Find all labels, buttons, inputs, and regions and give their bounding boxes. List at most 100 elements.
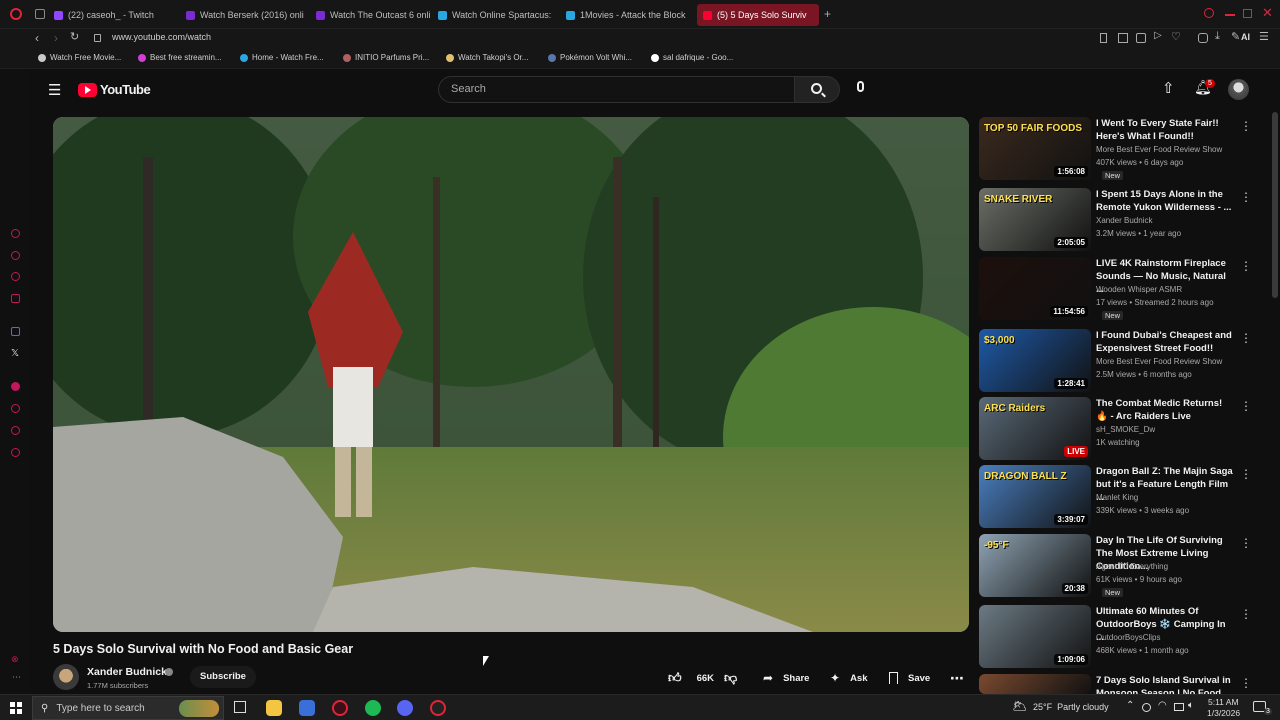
windows-start-icon[interactable] [10,702,22,714]
recommendation-channel[interactable]: Agent 00 Everything [1096,562,1168,571]
sidebar-dots-icon[interactable]: ⋯ [12,672,21,683]
ask-button[interactable]: ✦ Ask [830,668,868,688]
bookmark-item[interactable]: INITIO Parfums Pri... [343,53,429,62]
bookmark-item[interactable]: Pokémon Volt Whi... [548,53,632,62]
recommendation-channel[interactable]: OutdoorBoysClips [1096,633,1160,642]
new-tab-button[interactable]: + [824,7,831,21]
recommendation-channel[interactable]: Manlet King [1096,493,1138,502]
browser-tab[interactable]: Watch The Outcast 6 onli [316,4,432,26]
recommendation-item[interactable]: 11:54:56 LIVE 4K Rainstorm Fireplace Soun… [979,257,1269,321]
page-scrollbar[interactable] [1272,112,1278,298]
recommendation-item[interactable]: 7 Days Solo Island Survival in Monsoon S… [979,674,1269,699]
sidebar-speed-icon[interactable] [11,251,20,260]
recommendation-item[interactable]: 1:09:06 Ultimate 60 Minutes Of OutdoorBoy… [979,605,1269,669]
play-icon[interactable]: ▷ [1154,30,1162,41]
channel-avatar[interactable] [53,664,79,690]
maximize-icon[interactable] [1243,9,1252,18]
discord-icon[interactable] [397,700,413,716]
back-icon[interactable]: ‹ [35,31,39,45]
heart-icon[interactable]: ♡ [1171,30,1181,43]
clock-date[interactable]: 1/3/2026 [1207,708,1240,718]
bookmark-item[interactable]: Watch Free Movie... [38,53,121,62]
more-actions-button[interactable]: ⋯ [950,668,964,688]
recommendation-channel[interactable]: Wooden Whisper ASMR [1096,285,1182,294]
sidebar-chat-icon[interactable] [11,272,20,281]
browser-tab[interactable]: Watch Berserk (2016) onli [186,4,304,26]
bookmark-icon[interactable] [1100,33,1107,43]
subscribe-button[interactable]: Subscribe [190,666,256,688]
recommendation-item[interactable]: DRAGON BALL Z 3:39:07 Dragon Ball Z: The M… [979,465,1269,529]
sidebar-pin-icon[interactable] [11,426,20,435]
tray-chevron-icon[interactable]: ⌃ [1126,700,1134,711]
spotify-icon[interactable] [365,700,381,716]
recommendation-thumbnail[interactable]: -95°F 20:38 [979,534,1091,597]
recommendation-channel[interactable]: Xander Budnick [1096,216,1152,225]
weather-text[interactable]: 25°F Partly cloudy [1033,702,1109,712]
more-options-icon[interactable]: ⋮ [1240,467,1252,481]
recommendation-title[interactable]: I Went To Every State Fair!! Here's What… [1096,117,1236,143]
voice-search-icon[interactable] [857,81,864,92]
opera-gx-taskbar-icon[interactable] [332,700,348,716]
file-explorer-icon[interactable] [266,700,282,716]
network-icon[interactable] [1174,703,1184,711]
minimize-icon[interactable] [1225,14,1235,16]
recommendation-thumbnail[interactable]: DRAGON BALL Z 3:39:07 [979,465,1091,528]
reload-icon[interactable]: ↻ [70,30,79,43]
clock-time[interactable]: 5:11 AM [1208,697,1239,707]
url-field[interactable]: www.youtube.com/watch [112,32,211,42]
sidebar-x-icon[interactable]: 𝕏 [11,348,19,359]
like-button[interactable]: 👍︎ 66K [668,668,714,688]
search-tabs-icon[interactable] [1204,8,1214,18]
download-icon[interactable]: ⤓ [1215,30,1220,43]
browser-tab[interactable]: 1Movies - Attack the Block [566,4,688,26]
recommendation-channel[interactable]: More Best Ever Food Review Show [1096,357,1222,366]
bookmark-item[interactable]: Watch Takopi's Or... [446,53,528,62]
recommendation-thumbnail[interactable]: TOP 50 FAIR FOODS 1:56:08 [979,117,1091,180]
sidebar-history-icon[interactable] [11,404,20,413]
store-icon[interactable] [299,700,315,716]
recommendation-thumbnail[interactable] [979,674,1091,694]
forward-icon[interactable]: › [54,31,58,45]
extensions-icon[interactable]: ✎ [1231,30,1240,43]
more-options-icon[interactable]: ⋮ [1240,331,1252,345]
share-button[interactable]: ➦ Share [763,668,809,688]
sidebar-aria-icon[interactable] [11,229,20,238]
recommendation-item[interactable]: $3,000 1:28:41 I Found Dubai's Cheapest an… [979,329,1269,393]
browser-tab[interactable]: Watch Online Spartacus: [438,4,558,26]
tray-app-icon[interactable] [1142,703,1151,712]
snapshot-icon[interactable] [1198,33,1208,43]
more-options-icon[interactable]: ⋮ [1240,536,1252,550]
taskbar-search[interactable]: ⚲ Type here to search [32,696,224,720]
recommendation-item[interactable]: ARC Raiders LIVE The Combat Medic Returns!… [979,397,1269,461]
menu-icon[interactable]: ☰ [1259,30,1269,43]
sidebar-settings-icon[interactable] [11,448,20,457]
ai-button[interactable]: AI [1241,32,1250,42]
avatar[interactable] [1228,79,1249,100]
opera-logo-icon[interactable] [10,8,22,20]
search-input[interactable]: Search [438,76,795,103]
volume-icon[interactable]: 🔈︎ [1188,700,1194,711]
guide-menu-icon[interactable]: ☰ [48,81,61,99]
recommendation-thumbnail[interactable]: ARC Raiders LIVE [979,397,1091,460]
more-options-icon[interactable]: ⋮ [1240,399,1252,413]
browser-tab[interactable]: (22) caseoh_ - Twitch [54,4,176,26]
recommendation-item[interactable]: SNAKE RIVER 2:05:05 I Spent 15 Days Alone … [979,188,1269,252]
sidebar-twitch-icon[interactable] [11,327,20,336]
sidebar-messenger-icon[interactable] [11,294,20,303]
upload-icon[interactable]: ⇧ [1162,79,1175,97]
more-options-icon[interactable]: ⋮ [1240,259,1252,273]
recommendation-item[interactable]: TOP 50 FAIR FOODS 1:56:08 I Went To Every … [979,117,1269,181]
youtube-logo[interactable]: YouTube [78,82,151,97]
workspaces-icon[interactable] [35,9,45,19]
task-view-icon[interactable] [234,701,246,713]
weather-icon[interactable]: 🌥︎ [1012,699,1027,713]
dislike-button[interactable]: 👎︎ [724,668,737,688]
recommendation-channel[interactable]: More Best Ever Food Review Show [1096,145,1222,154]
sidebar-music-icon[interactable] [11,382,20,391]
channel-name[interactable]: Xander Budnick [87,666,167,678]
save-button[interactable]: Save [889,668,930,688]
close-window-icon[interactable]: ✕ [1262,5,1273,21]
bookmark-item[interactable]: Home - Watch Fre... [240,53,324,62]
recommendation-thumbnail[interactable]: SNAKE RIVER 2:05:05 [979,188,1091,251]
recommendation-title[interactable]: The Combat Medic Returns! 🔥 - Arc Raider… [1096,397,1236,423]
